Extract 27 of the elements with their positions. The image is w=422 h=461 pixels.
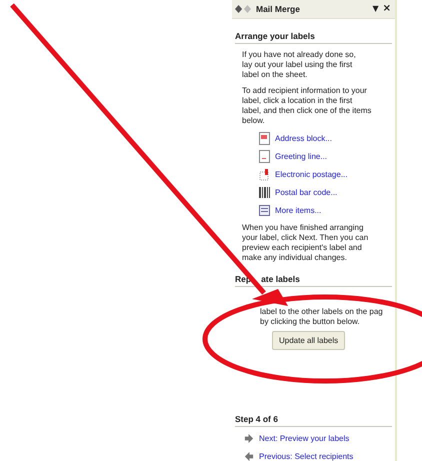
link[interactable]: Postal bar code... xyxy=(275,186,338,199)
menu-button[interactable]: ▼ xyxy=(370,4,381,14)
barcode-icon xyxy=(259,186,270,199)
link[interactable]: Next: Preview your labels xyxy=(259,432,350,445)
section-heading: Arrange your labels xyxy=(235,31,315,42)
back-forward-icon xyxy=(235,5,251,13)
window-icon xyxy=(259,204,270,217)
instruction-text: If you have not already done so, lay out your label using the first label on the sheet. xyxy=(242,50,357,80)
document-icon xyxy=(259,132,270,145)
link[interactable]: Address block... xyxy=(275,132,332,145)
document-icon xyxy=(259,150,270,163)
update-button[interactable]: Update all labels xyxy=(272,331,346,350)
close-button[interactable]: × xyxy=(380,4,393,14)
link[interactable]: Previous: Select recipients xyxy=(259,450,354,461)
panel-title: Mail Merge xyxy=(256,4,300,14)
link[interactable]: Electronic postage... xyxy=(275,168,348,181)
section-heading: ate labels xyxy=(261,274,300,285)
stamp-icon xyxy=(259,168,270,181)
arrow-icon xyxy=(244,451,254,461)
instruction-text: When you have finished arranging your label, click Next. Then you can preview each recipient's label and make any individual changes. xyxy=(242,223,370,263)
arrow-icon xyxy=(244,433,254,444)
instruction-text: To add recipient information to your label, click a location in the first label, and then click one of the items below. xyxy=(242,86,372,126)
link[interactable]: More items... xyxy=(275,204,322,217)
step-heading: Step 4 of 6 xyxy=(235,414,278,425)
link[interactable]: Greeting line... xyxy=(275,150,328,163)
instruction-text: label to the other labels on the pag xyxy=(260,307,384,317)
instruction-text: by clicking the button below. xyxy=(260,317,361,327)
